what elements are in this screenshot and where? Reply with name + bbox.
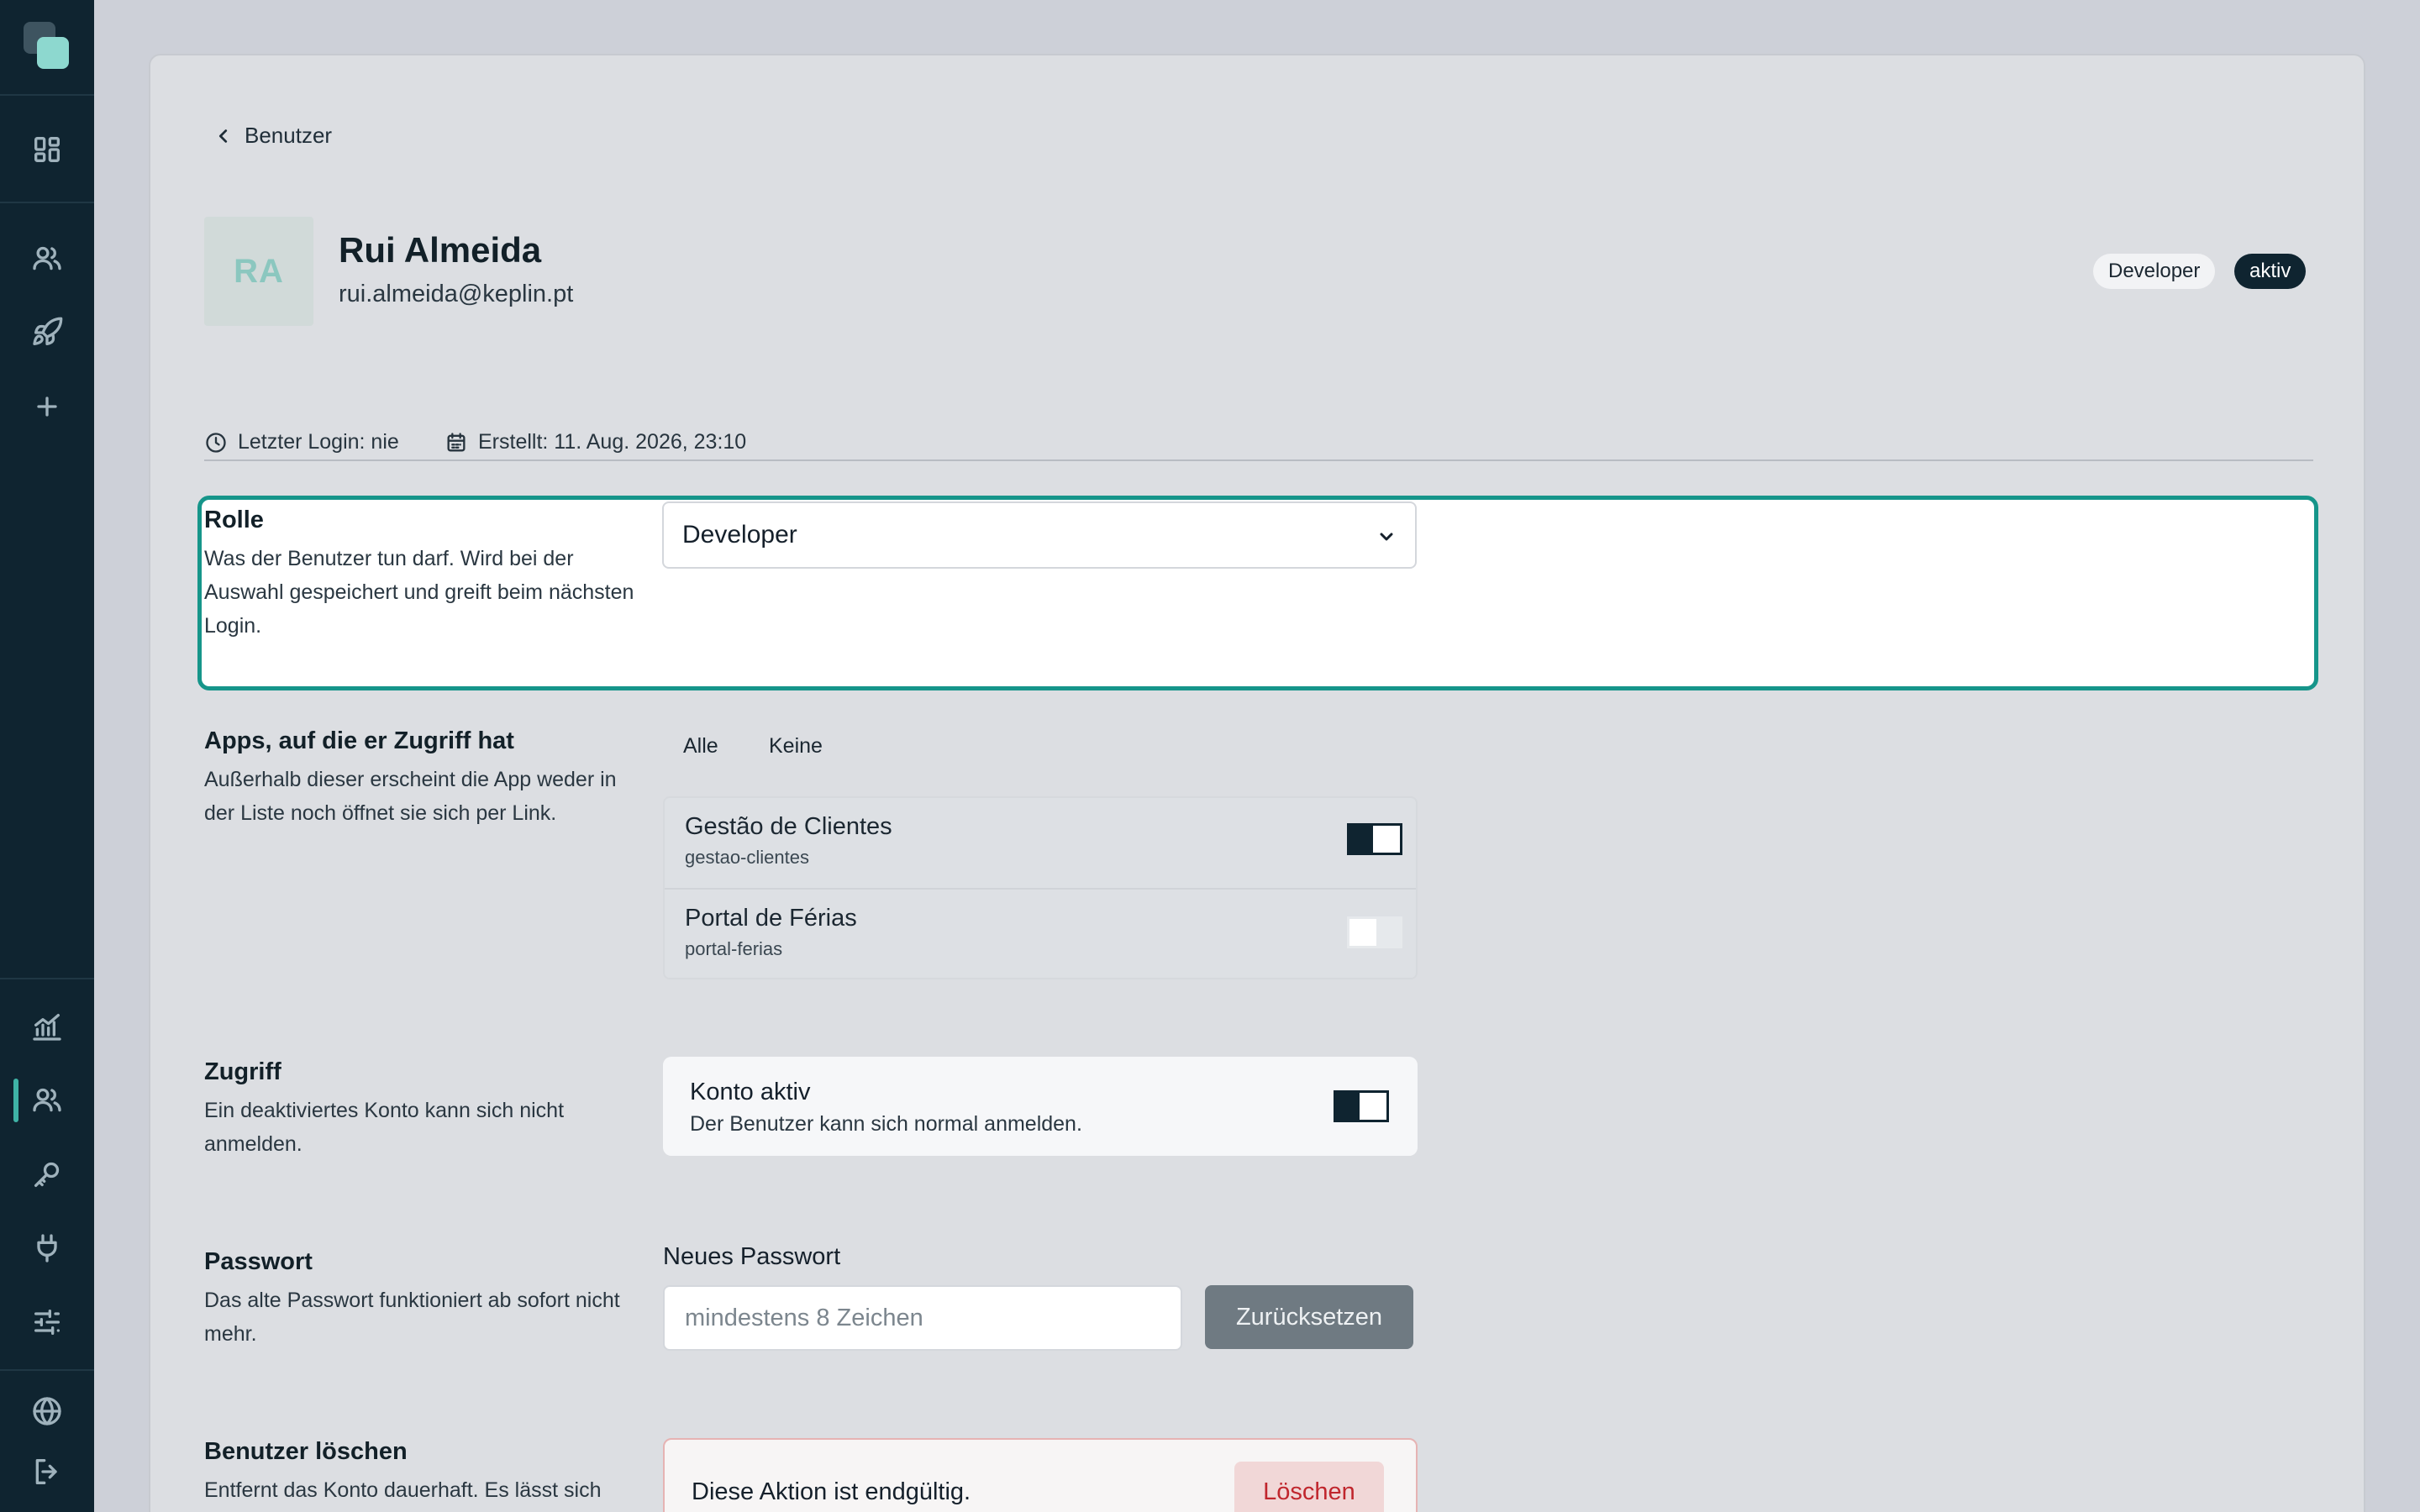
password-title: Passwort bbox=[204, 1248, 313, 1275]
rocket-icon[interactable] bbox=[30, 316, 64, 349]
plug-icon[interactable] bbox=[30, 1231, 64, 1265]
role-section: Rolle Was der Benutzer tun darf. Wird be… bbox=[197, 496, 2318, 690]
avatar: RA bbox=[204, 217, 313, 326]
delete-zone: Diese Aktion ist endgültig. Löschen bbox=[663, 1438, 1418, 1512]
password-description: Das alte Passwort funktioniert ab sofort… bbox=[204, 1289, 620, 1346]
status-badge: aktiv bbox=[2234, 254, 2307, 289]
app-slug: gestao-clientes bbox=[685, 847, 809, 868]
apps-title: Apps, auf die er Zugriff hat bbox=[204, 727, 514, 754]
created-text: Erstellt: 11. Aug. 2026, 23:10 bbox=[478, 430, 747, 454]
role-badge: Developer bbox=[2093, 254, 2216, 289]
account-active-row: Konto aktiv Der Benutzer kann sich norma… bbox=[663, 1057, 1418, 1156]
user-detail-card: Benutzer RA Rui Almeida rui.almeida@kepl… bbox=[149, 54, 2365, 1512]
delete-user-button[interactable]: Löschen bbox=[1234, 1462, 1384, 1512]
new-password-input[interactable] bbox=[663, 1285, 1182, 1351]
apps-description: Außerhalb dieser erscheint die App weder… bbox=[204, 768, 617, 825]
app-name: Gestão de Clientes bbox=[685, 813, 892, 840]
last-login-text: Letzter Login: nie bbox=[238, 430, 399, 454]
user-name: Rui Almeida bbox=[339, 230, 542, 270]
sliders-icon[interactable] bbox=[30, 1305, 64, 1339]
list-item: Gestão de Clientes gestao-clientes bbox=[665, 798, 1416, 888]
app-access-toggle[interactable] bbox=[1347, 916, 1402, 948]
plus-icon[interactable] bbox=[30, 390, 64, 423]
delete-description: Entfernt das Konto dauerhaft. Es lässt s… bbox=[204, 1478, 602, 1502]
created-info: Erstellt: 11. Aug. 2026, 23:10 bbox=[445, 430, 746, 454]
role-select[interactable]: Developer bbox=[662, 501, 1417, 569]
calendar-icon bbox=[447, 432, 466, 451]
app-name: Portal de Férias bbox=[685, 905, 857, 932]
new-password-label: Neues Passwort bbox=[663, 1243, 841, 1270]
app-list: Gestão de Clientes gestao-clientes Porta… bbox=[663, 796, 1418, 979]
list-item: Portal de Férias portal-ferias bbox=[665, 888, 1416, 978]
clock-icon bbox=[206, 432, 226, 453]
sidebar-divider bbox=[0, 978, 94, 979]
access-title: Zugriff bbox=[204, 1058, 281, 1085]
role-select-value: Developer bbox=[682, 521, 797, 549]
section-divider bbox=[204, 459, 2313, 461]
logout-icon[interactable] bbox=[30, 1455, 64, 1488]
sidebar-divider bbox=[0, 94, 94, 96]
app-slug: portal-ferias bbox=[685, 938, 783, 959]
account-active-title: Konto aktiv bbox=[690, 1079, 811, 1105]
account-active-subtitle: Der Benutzer kann sich normal anmelden. bbox=[690, 1112, 1082, 1136]
select-all-button[interactable]: Alle bbox=[683, 734, 718, 759]
account-active-toggle[interactable] bbox=[1334, 1090, 1389, 1122]
app-logo[interactable] bbox=[24, 22, 71, 71]
role-title: Rolle bbox=[204, 507, 264, 533]
globe-icon[interactable] bbox=[30, 1394, 64, 1428]
chart-icon[interactable] bbox=[30, 1010, 64, 1043]
key-icon[interactable] bbox=[30, 1158, 64, 1191]
chevron-down-icon bbox=[1380, 533, 1393, 541]
delete-title: Benutzer löschen bbox=[204, 1438, 408, 1465]
back-link-label: Benutzer bbox=[245, 123, 333, 148]
sidebar-divider bbox=[0, 1369, 94, 1371]
last-login-info: Letzter Login: nie bbox=[204, 430, 399, 454]
back-link[interactable]: Benutzer bbox=[214, 123, 332, 149]
role-description: Was der Benutzer tun darf. Wird bei der … bbox=[204, 547, 634, 638]
app-access-toggle[interactable] bbox=[1347, 823, 1402, 855]
access-description: Ein deaktiviertes Konto kann sich nicht … bbox=[204, 1099, 565, 1156]
sidebar bbox=[0, 0, 94, 1512]
user-email: rui.almeida@keplin.pt bbox=[339, 281, 574, 307]
reset-password-button[interactable]: Zurücksetzen bbox=[1205, 1285, 1413, 1349]
select-none-button[interactable]: Keine bbox=[769, 734, 823, 759]
chevron-left-icon bbox=[218, 129, 228, 143]
sidebar-divider bbox=[0, 202, 94, 203]
active-nav-indicator bbox=[13, 1079, 18, 1122]
users-icon[interactable] bbox=[30, 242, 64, 276]
grid-icon[interactable] bbox=[30, 133, 64, 166]
delete-warning: Diese Aktion ist endgültig. bbox=[692, 1478, 971, 1505]
users-icon[interactable] bbox=[30, 1084, 64, 1117]
